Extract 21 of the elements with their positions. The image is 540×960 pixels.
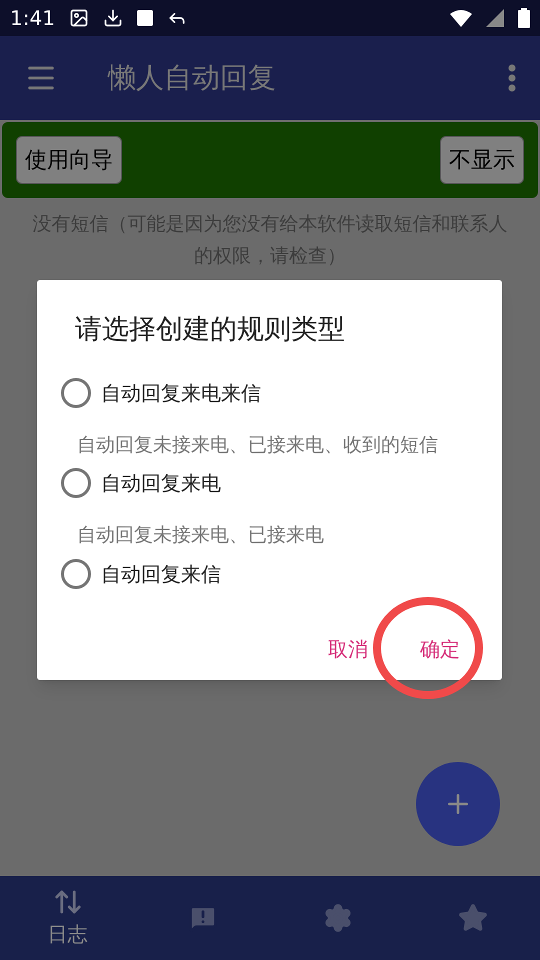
dialog-title: 请选择创建的规则类型: [75, 313, 346, 347]
image-icon: [68, 8, 89, 28]
signal-icon: [486, 9, 504, 27]
option-description: 自动回复未接来电、已接来电、收到的短信: [77, 432, 439, 458]
settings-icon: [322, 903, 352, 933]
dismiss-button[interactable]: 不显示: [440, 136, 524, 184]
cancel-button[interactable]: 取消: [314, 626, 382, 672]
option-description: 自动回复未接来电、已接来电: [77, 523, 325, 548]
more-button[interactable]: [508, 64, 516, 92]
battery-icon: [518, 8, 530, 28]
app-title: 懒人自动回复: [108, 60, 277, 96]
download-icon: [102, 8, 123, 28]
more-icon: [508, 64, 516, 92]
guide-button[interactable]: 使用向导: [16, 136, 122, 184]
radio-option[interactable]: 自动回复来电: [61, 461, 478, 505]
radio-option[interactable]: 自动回复来信: [61, 552, 478, 596]
star-icon: [458, 903, 488, 933]
radio-option[interactable]: 自动回复来电来信: [61, 370, 478, 414]
status-time: 1:41: [10, 5, 55, 32]
nav-tab[interactable]: 日志: [0, 876, 135, 960]
wifi-icon: [450, 9, 472, 27]
